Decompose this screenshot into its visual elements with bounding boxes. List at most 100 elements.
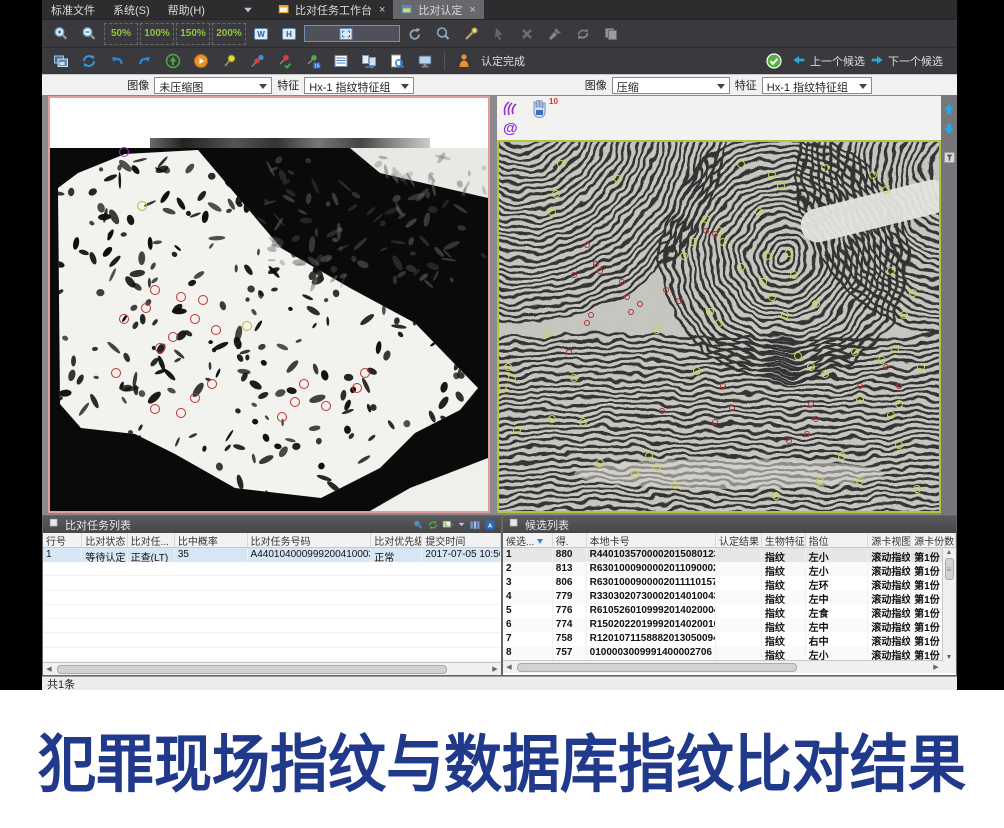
fit-screen-button[interactable] [304,25,400,42]
scroll-left-arrow[interactable]: ◀ [503,663,515,671]
scroll-thumb[interactable] [517,663,797,672]
scroll-thumb[interactable]: ≡ [945,558,954,580]
scroll-up-arrow[interactable]: ▲ [946,549,953,556]
next-candidate-button[interactable]: 下一个候选 [870,53,943,70]
table-row[interactable]: 6774R1502022019992014020010指纹左中滚动指纹第1份 [503,618,956,632]
close-icon[interactable]: × [379,4,385,16]
database-fingerprint-panel[interactable]: 10 @ [497,96,941,513]
column-header[interactable]: 行号 [43,533,82,547]
zoom-100-button[interactable]: 100% [140,23,174,45]
candidate-list-hscrollbar[interactable]: ◀ ▶ [503,660,956,673]
tab-identify[interactable]: 比对认定× [393,0,483,19]
right-image-select[interactable]: 压缩 [612,77,730,94]
rotate-view-button[interactable] [402,23,428,45]
hand-icon[interactable] [529,98,551,125]
column-header[interactable]: 比中概率 [175,533,248,547]
column-header[interactable]: 源卡视图 [868,533,911,547]
accept-check-icon[interactable] [761,50,787,72]
zoom-in-button[interactable] [48,23,74,45]
feature-list-button[interactable] [328,50,354,72]
column-header[interactable]: 比对优先级 [371,533,422,547]
whorl-pattern-icon[interactable]: @ [503,120,518,137]
column-header[interactable]: 比对任... [128,533,175,547]
scroll-thumb[interactable] [57,665,447,674]
filter-icon[interactable] [942,149,956,165]
close-icon[interactable]: × [469,4,475,16]
add-feature-button[interactable] [216,50,242,72]
monitor-button[interactable] [412,50,438,72]
table-row[interactable]: 2813R6301000900002011090002指纹左小滚动指纹第1份 [503,562,956,576]
chevron-down-icon[interactable] [457,520,466,529]
sync-views-button[interactable] [76,50,102,72]
zoom-150-button[interactable]: 150% [176,23,210,45]
column-header[interactable]: 认定结果 [716,533,762,547]
table-row[interactable]: 87570100003009991400002706指纹左小滚动指纹第1份 [503,646,956,660]
transfer-button[interactable] [356,50,382,72]
tab-workbench[interactable]: 比对任务工作台× [270,0,393,19]
candidate-list-vscrollbar[interactable]: ▲ ≡ ▼ [942,549,955,661]
columns-icon[interactable] [469,519,481,531]
menu-file[interactable]: 标准文件 [42,2,104,18]
database-fingerprint-image[interactable] [497,140,941,513]
zoom-200-button[interactable]: 200% [212,23,246,45]
search-icon[interactable] [412,519,424,531]
scroll-down-arrow[interactable] [942,121,956,137]
latent-fingerprint-panel[interactable] [48,96,490,513]
refresh-icon[interactable] [427,519,439,531]
confirm-complete-label[interactable]: 认定完成 [481,53,525,69]
scroll-down-arrow[interactable]: ▼ [946,654,953,661]
auto-locate-button[interactable] [160,50,186,72]
table-row[interactable]: 1等待认定正查(LT)35A440104000999200410003...正常… [43,548,501,562]
column-header[interactable]: 提交时间 [422,533,501,547]
scroll-up-arrow[interactable] [942,101,956,117]
column-header[interactable]: 候选... [503,533,553,547]
zoom-50-button[interactable]: 50% [104,23,138,45]
fit-width-button[interactable]: W [248,23,274,45]
table-row[interactable]: 3806R6301000900002011110157指纹左环滚动指纹第1份 [503,576,956,590]
table-row[interactable]: 7758R1201071158882013050094指纹右中滚动指纹第1份 [503,632,956,646]
column-header[interactable]: 比对状态 [82,533,127,547]
probe-tool-button[interactable] [458,23,484,45]
undo-button[interactable] [104,50,130,72]
zoom-out-button[interactable] [76,23,102,45]
table-row[interactable]: 5776R6105260109992014020004指纹左食滚动指纹第1份 [503,604,956,618]
column-header[interactable]: 指位 [806,533,869,547]
table-row[interactable]: 1880R4401035700002015080123指纹左小滚动指纹第1份 [503,548,956,562]
fit-height-button[interactable]: H [276,23,302,45]
column-header[interactable]: 生物特征 [762,533,806,547]
left-feature-select[interactable]: Hx-1 指纹特征组 [304,77,414,94]
export-pdf-icon[interactable]: A [484,519,496,531]
play-compare-button[interactable] [188,50,214,72]
latent-fingerprint-image[interactable] [50,148,488,511]
delete-tool-button[interactable] [514,23,540,45]
scroll-left-arrow[interactable]: ◀ [43,665,55,673]
cascade-windows-button[interactable] [48,50,74,72]
task-list-hscrollbar[interactable]: ◀ ▶ [43,662,501,675]
refresh-image-button[interactable] [570,23,596,45]
prev-candidate-button[interactable]: 上一个候选 [792,53,865,70]
column-header[interactable]: 本地卡号 [587,533,716,547]
pointer-tool-button[interactable] [486,23,512,45]
scroll-right-arrow[interactable]: ▶ [489,665,501,673]
menu-help[interactable]: 帮助(H) [159,2,214,18]
copy-image-button[interactable] [598,23,624,45]
batch-feature-button[interactable]: 16 [300,50,326,72]
left-image-select[interactable]: 未压缩图 [154,77,272,94]
scroll-right-arrow[interactable]: ▶ [930,663,942,671]
table-row[interactable]: 4779R3303020730002014010043指纹左中滚动指纹第1份 [503,590,956,604]
preview-button[interactable] [384,50,410,72]
clean-tool-button[interactable] [542,23,568,45]
redo-button[interactable] [132,50,158,72]
column-header[interactable]: 比对任务号码 [248,533,372,547]
confirm-feature-button[interactable] [272,50,298,72]
area-zoom-button[interactable] [430,23,456,45]
table-cell: R1201071158882013050094 [587,632,716,646]
column-header[interactable]: 得. [553,533,587,547]
right-feature-select[interactable]: Hx-1 指纹特征组 [762,77,872,94]
move-feature-button[interactable] [244,50,270,72]
confirm-complete-icon[interactable] [451,50,477,72]
menu-system[interactable]: 系统(S) [104,2,159,18]
chevron-down-icon[interactable] [240,3,256,17]
column-header[interactable]: 源卡份数 [911,533,956,547]
export-image-icon[interactable] [442,519,454,531]
